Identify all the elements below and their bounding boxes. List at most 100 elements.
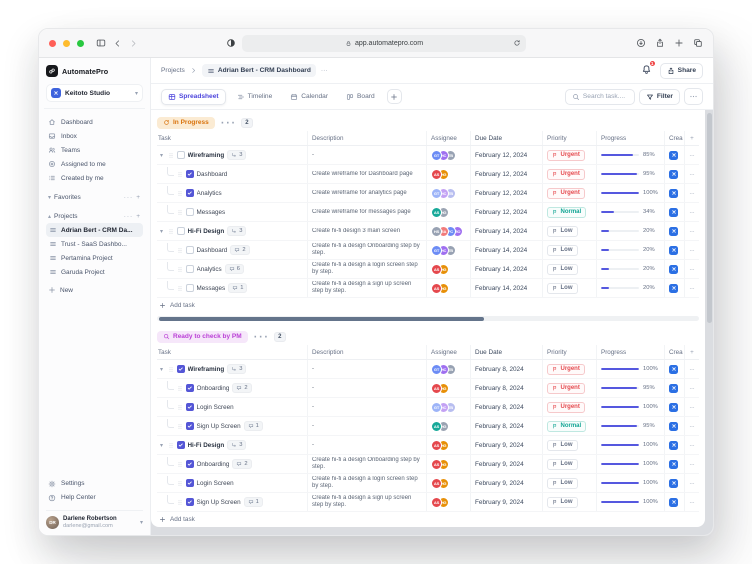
priority-badge[interactable]: Low xyxy=(547,478,578,489)
column-header-priority[interactable]: Priority xyxy=(542,131,596,145)
sidebar-project-item[interactable]: Adrian Bert - CRM Da... xyxy=(46,223,143,237)
creator-app-icon[interactable] xyxy=(669,189,678,198)
browser-forward-icon[interactable] xyxy=(129,39,138,48)
description-cell[interactable]: Create hi-fi a design a login screen ste… xyxy=(307,474,426,492)
creator-app-icon[interactable] xyxy=(669,403,678,412)
priority-badge[interactable]: Low xyxy=(547,440,578,451)
subtask-count-badge[interactable]: 3 xyxy=(227,150,246,160)
group-status-badge[interactable]: Ready to check by PM xyxy=(157,331,248,343)
sidebar-item-settings[interactable]: Settings xyxy=(46,477,143,491)
privacy-shield-icon[interactable] xyxy=(226,38,236,48)
projects-add-icon[interactable]: + xyxy=(136,213,141,220)
description-cell[interactable]: - xyxy=(307,146,426,164)
assignee-avatar[interactable]: AS xyxy=(431,478,442,489)
description-cell[interactable]: - xyxy=(307,360,426,378)
priority-badge[interactable]: Urgent xyxy=(547,364,585,375)
sidebar-item-help[interactable]: Help Center xyxy=(46,491,143,505)
drag-handle-icon[interactable] xyxy=(177,422,183,431)
vertical-scrollbar[interactable] xyxy=(707,113,712,323)
sidebar-project-item[interactable]: Pertamina Project xyxy=(46,251,143,265)
row-menu-button[interactable] xyxy=(684,146,699,164)
due-date-cell[interactable]: February 12, 2024 xyxy=(470,146,542,164)
drag-handle-icon[interactable] xyxy=(177,403,183,412)
expand-caret[interactable]: ▾ xyxy=(158,442,165,449)
creator-app-icon[interactable] xyxy=(669,422,678,431)
row-menu-button[interactable] xyxy=(684,436,699,454)
row-menu-button[interactable] xyxy=(684,222,699,240)
description-cell[interactable]: Create wireframe for messages page xyxy=(307,203,426,221)
drag-handle-icon[interactable] xyxy=(177,265,183,274)
due-date-cell[interactable]: February 8, 2024 xyxy=(470,398,542,416)
comment-count-badge[interactable]: 2 xyxy=(232,383,251,393)
comment-count-badge[interactable]: 1 xyxy=(244,421,263,431)
assignee-avatar[interactable]: AS xyxy=(431,207,442,218)
drag-handle-icon[interactable] xyxy=(177,284,183,293)
description-cell[interactable]: - xyxy=(307,379,426,397)
drag-handle-icon[interactable] xyxy=(177,208,183,217)
priority-badge[interactable]: Low xyxy=(547,459,578,470)
assignee-avatar[interactable]: AS xyxy=(431,459,442,470)
column-header-assignee[interactable]: Assignee xyxy=(426,131,470,145)
assignee-avatar[interactable]: AS xyxy=(431,169,442,180)
description-cell[interactable]: Create hi-fi a design a login screen ste… xyxy=(307,260,426,278)
task-checkbox[interactable] xyxy=(177,441,185,449)
assignee-avatar[interactable]: GT xyxy=(431,188,442,199)
task-name[interactable]: Login Screen xyxy=(197,404,234,411)
tab-calendar[interactable]: Calendar xyxy=(283,89,335,105)
creator-app-icon[interactable] xyxy=(669,151,678,160)
sidebar-item-assigned-to-me[interactable]: Assigned to me xyxy=(46,157,143,171)
creator-app-icon[interactable] xyxy=(669,208,678,217)
search-input[interactable]: Search task.... xyxy=(565,89,635,105)
assignee-avatar[interactable]: HS xyxy=(431,226,442,237)
favorites-more-icon[interactable]: ··· xyxy=(124,194,134,201)
expand-caret[interactable]: ▾ xyxy=(158,366,165,373)
creator-app-icon[interactable] xyxy=(669,227,678,236)
reload-icon[interactable] xyxy=(513,39,521,47)
tab-board[interactable]: Board xyxy=(339,89,382,105)
subtask-count-badge[interactable]: 3 xyxy=(227,440,246,450)
assignee-avatar[interactable]: AS xyxy=(431,421,442,432)
comment-count-badge[interactable]: 2 xyxy=(232,459,251,469)
task-checkbox[interactable] xyxy=(186,265,194,273)
creator-app-icon[interactable] xyxy=(669,479,678,488)
expand-caret[interactable]: ▾ xyxy=(158,228,165,235)
task-checkbox[interactable] xyxy=(186,246,194,254)
add-column-button[interactable]: + xyxy=(684,131,699,145)
add-view-button[interactable] xyxy=(387,89,402,104)
column-header-description[interactable]: Description xyxy=(307,345,426,359)
comment-count-badge[interactable]: 6 xyxy=(225,264,244,274)
drag-handle-icon[interactable] xyxy=(177,498,183,507)
task-name[interactable]: Dashboard xyxy=(197,171,228,178)
due-date-cell[interactable]: February 9, 2024 xyxy=(470,455,542,473)
task-checkbox[interactable] xyxy=(186,479,194,487)
description-cell[interactable]: Create wireframe for analytics page xyxy=(307,184,426,202)
drag-handle-icon[interactable] xyxy=(168,365,174,374)
due-date-cell[interactable]: February 12, 2024 xyxy=(470,184,542,202)
assignee-avatar[interactable]: AS xyxy=(431,383,442,394)
column-header-progress[interactable]: Progress xyxy=(596,345,664,359)
drag-handle-icon[interactable] xyxy=(168,227,174,236)
drag-handle-icon[interactable] xyxy=(168,151,174,160)
breadcrumb-root[interactable]: Projects xyxy=(161,67,185,74)
drag-handle-icon[interactable] xyxy=(168,441,174,450)
description-cell[interactable]: Create hi-fi a design Onboarding step by… xyxy=(307,455,426,473)
priority-badge[interactable]: Normal xyxy=(547,421,586,432)
row-menu-button[interactable] xyxy=(684,474,699,492)
sidebar-item-teams[interactable]: Teams xyxy=(46,143,143,157)
assignee-avatar[interactable]: AS xyxy=(431,440,442,451)
task-name[interactable]: Login Screen xyxy=(197,480,234,487)
task-name[interactable]: Wireframing xyxy=(188,366,225,373)
task-name[interactable]: Hi-Fi Design xyxy=(188,442,225,449)
priority-badge[interactable]: Low xyxy=(547,497,578,508)
priority-badge[interactable]: Low xyxy=(547,283,578,294)
drag-handle-icon[interactable] xyxy=(177,479,183,488)
task-checkbox[interactable] xyxy=(186,422,194,430)
tab-overview-icon[interactable] xyxy=(693,38,703,48)
creator-app-icon[interactable] xyxy=(669,384,678,393)
user-menu[interactable]: DR Darlene Robertson darlene@gmail.com ▾ xyxy=(46,510,143,530)
task-name[interactable]: Sign Up Screen xyxy=(197,423,241,430)
task-name[interactable]: Onboarding xyxy=(197,461,230,468)
projects-section-header[interactable]: ▴ Projects ··· + xyxy=(46,209,143,223)
group-more-icon[interactable]: ··· xyxy=(220,114,236,132)
assignee-avatar[interactable]: GT xyxy=(431,245,442,256)
